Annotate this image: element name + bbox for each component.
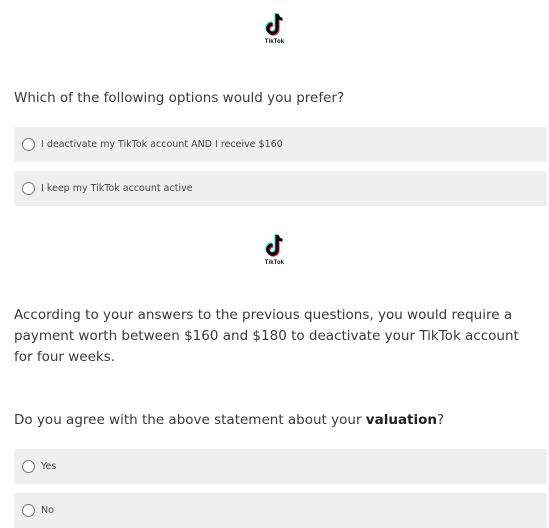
question-2-text-before: Do you agree with the above statement ab… — [14, 412, 366, 428]
tiktok-wordmark: TikTok — [264, 39, 285, 45]
radio-circle-icon[interactable] — [22, 182, 35, 195]
question-1-text: Which of the following options would you… — [14, 90, 345, 106]
option-label: I keep my TikTok account active — [41, 183, 193, 194]
option-deactivate-receive[interactable]: I deactivate my TikTok account AND I rec… — [14, 127, 547, 162]
tiktok-logo-middle: TikTok — [255, 233, 295, 266]
radio-circle-icon[interactable] — [22, 504, 35, 517]
option-keep-active[interactable]: I keep my TikTok account active — [14, 171, 547, 206]
tiktok-icon — [264, 13, 283, 36]
option-no[interactable]: No — [14, 493, 547, 528]
option-label: Yes — [41, 461, 57, 472]
tiktok-icon — [264, 234, 283, 257]
question-2-bold-word: valuation — [365, 412, 438, 428]
valuation-statement: According to your answers to the previou… — [14, 307, 519, 365]
option-yes[interactable]: Yes — [14, 449, 547, 484]
tiktok-logo-top: TikTok — [255, 12, 295, 45]
radio-circle-icon[interactable] — [22, 460, 35, 473]
option-label: I deactivate my TikTok account AND I rec… — [41, 139, 283, 150]
radio-circle-icon[interactable] — [22, 138, 35, 151]
question-2-text-after: ? — [437, 412, 445, 428]
option-label: No — [41, 505, 54, 516]
tiktok-wordmark: TikTok — [264, 260, 285, 266]
question-2-text: Do you agree with the above statement ab… — [14, 410, 539, 431]
